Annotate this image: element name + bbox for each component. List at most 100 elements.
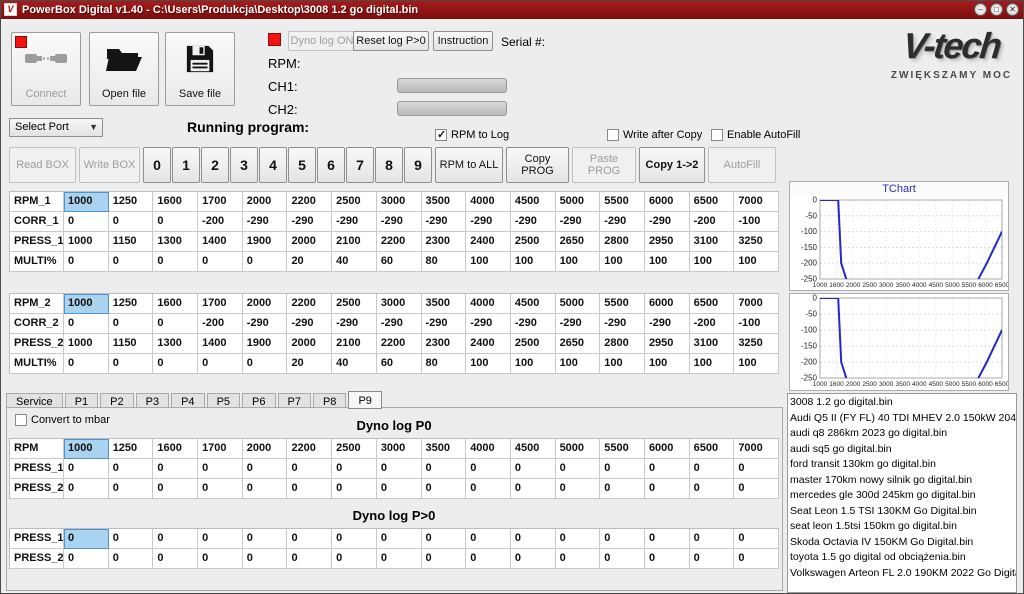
table-cell[interactable]: 100 bbox=[466, 252, 511, 272]
table-cell[interactable]: -290 bbox=[466, 212, 511, 232]
table-cell[interactable]: 1000 bbox=[64, 439, 109, 459]
table-cell[interactable]: 100 bbox=[734, 354, 779, 374]
file-item[interactable]: Skoda Octavia IV 150KM Go Digital.bin bbox=[790, 535, 1014, 551]
digit-button-5[interactable]: 5 bbox=[288, 147, 316, 183]
table-cell[interactable]: 60 bbox=[377, 252, 422, 272]
table-cell[interactable]: 80 bbox=[422, 354, 467, 374]
table-cell[interactable]: 0 bbox=[645, 459, 690, 479]
table-cell[interactable]: 3000 bbox=[377, 294, 422, 314]
digit-button-2[interactable]: 2 bbox=[201, 147, 229, 183]
copy-1-to-2-button[interactable]: Copy 1->2 bbox=[639, 147, 705, 183]
table-cell[interactable]: -290 bbox=[332, 212, 377, 232]
table-cell[interactable]: 2300 bbox=[422, 232, 467, 252]
table-cell[interactable]: 0 bbox=[153, 354, 198, 374]
table-cell[interactable]: 1400 bbox=[198, 334, 243, 354]
table-cell[interactable]: 2500 bbox=[332, 439, 377, 459]
table-cell[interactable]: 100 bbox=[511, 354, 556, 374]
table-cell[interactable]: 3100 bbox=[690, 232, 735, 252]
table-cell[interactable]: 100 bbox=[600, 252, 645, 272]
table-cell[interactable]: 5500 bbox=[600, 294, 645, 314]
tab-p2[interactable]: P2 bbox=[100, 393, 133, 408]
table-cell[interactable]: 20 bbox=[287, 354, 332, 374]
connect-button[interactable]: Connect bbox=[11, 32, 81, 106]
table-cell[interactable]: -290 bbox=[556, 212, 601, 232]
tab-p4[interactable]: P4 bbox=[171, 393, 204, 408]
table-cell[interactable]: 1150 bbox=[109, 232, 154, 252]
table-cell[interactable]: 0 bbox=[600, 549, 645, 569]
table-cell[interactable]: -100 bbox=[734, 314, 779, 334]
table-cell[interactable]: 0 bbox=[690, 479, 735, 499]
table-cell[interactable]: 0 bbox=[422, 459, 467, 479]
table-cell[interactable]: 2500 bbox=[511, 334, 556, 354]
table-cell[interactable]: 1600 bbox=[153, 192, 198, 212]
reset-log-button[interactable]: Reset log P>0 bbox=[353, 31, 429, 51]
table-cell[interactable]: 80 bbox=[422, 252, 467, 272]
table-cell[interactable]: 0 bbox=[734, 529, 779, 549]
select-port-dropdown[interactable]: Select Port ▼ bbox=[9, 118, 103, 137]
table-cell[interactable]: 0 bbox=[243, 459, 288, 479]
table-cell[interactable]: 0 bbox=[153, 212, 198, 232]
table-cell[interactable]: 6000 bbox=[645, 192, 690, 212]
table-cell[interactable]: 0 bbox=[690, 549, 735, 569]
table-cell[interactable]: -290 bbox=[243, 314, 288, 334]
table-cell[interactable]: 6500 bbox=[690, 439, 735, 459]
table-cell[interactable]: 0 bbox=[645, 529, 690, 549]
table-cell[interactable]: 2500 bbox=[332, 294, 377, 314]
table-cell[interactable]: 100 bbox=[645, 252, 690, 272]
table-cell[interactable]: 3500 bbox=[422, 192, 467, 212]
table-cell[interactable]: 0 bbox=[64, 549, 109, 569]
table-cell[interactable]: 0 bbox=[645, 479, 690, 499]
table-cell[interactable]: 5000 bbox=[556, 294, 601, 314]
table-cell[interactable]: 0 bbox=[645, 549, 690, 569]
table-cell[interactable]: 1250 bbox=[109, 192, 154, 212]
table-cell[interactable]: 0 bbox=[153, 459, 198, 479]
file-item[interactable]: toyota 1.5 go digital od obciążenia.bin bbox=[790, 550, 1014, 566]
table-cell[interactable]: 3100 bbox=[690, 334, 735, 354]
table-cell[interactable]: -290 bbox=[556, 314, 601, 334]
table-cell[interactable]: -200 bbox=[198, 212, 243, 232]
digit-button-4[interactable]: 4 bbox=[259, 147, 287, 183]
table-cell[interactable]: 0 bbox=[511, 549, 556, 569]
rpm-to-all-button[interactable]: RPM to ALL bbox=[435, 147, 503, 183]
table-cell[interactable]: 100 bbox=[556, 252, 601, 272]
table-cell[interactable]: 1000 bbox=[64, 334, 109, 354]
digit-button-8[interactable]: 8 bbox=[375, 147, 403, 183]
digit-button-9[interactable]: 9 bbox=[404, 147, 432, 183]
table-cell[interactable]: 0 bbox=[422, 549, 467, 569]
table-cell[interactable]: 2000 bbox=[243, 439, 288, 459]
table-cell[interactable]: 100 bbox=[466, 354, 511, 374]
table-cell[interactable]: 0 bbox=[243, 529, 288, 549]
table-cell[interactable]: 0 bbox=[153, 252, 198, 272]
table-cell[interactable]: 2800 bbox=[600, 334, 645, 354]
table-cell[interactable]: 0 bbox=[377, 529, 422, 549]
table-cell[interactable]: -290 bbox=[645, 212, 690, 232]
table-cell[interactable]: 0 bbox=[556, 479, 601, 499]
tab-p3[interactable]: P3 bbox=[136, 393, 169, 408]
table-cell[interactable]: 0 bbox=[109, 549, 154, 569]
table-cell[interactable]: 0 bbox=[243, 549, 288, 569]
table-cell[interactable]: -290 bbox=[377, 212, 422, 232]
table-cell[interactable]: 4500 bbox=[511, 294, 556, 314]
table-cell[interactable]: 0 bbox=[466, 479, 511, 499]
digit-button-1[interactable]: 1 bbox=[172, 147, 200, 183]
table-cell[interactable]: 2650 bbox=[556, 334, 601, 354]
table-cell[interactable]: 0 bbox=[377, 459, 422, 479]
tab-p5[interactable]: P5 bbox=[207, 393, 240, 408]
table-cell[interactable]: 100 bbox=[556, 354, 601, 374]
table-cell[interactable]: 0 bbox=[64, 459, 109, 479]
table-cell[interactable]: -290 bbox=[332, 314, 377, 334]
table-cell[interactable]: 2300 bbox=[422, 334, 467, 354]
table-cell[interactable]: 0 bbox=[109, 354, 154, 374]
table-cell[interactable]: -290 bbox=[287, 212, 332, 232]
table-cell[interactable]: -100 bbox=[734, 212, 779, 232]
table-cell[interactable]: 0 bbox=[109, 252, 154, 272]
table-cell[interactable]: 0 bbox=[64, 212, 109, 232]
minimize-button[interactable]: – bbox=[974, 3, 987, 16]
tab-p9[interactable]: P9 bbox=[348, 391, 381, 409]
table-cell[interactable]: 0 bbox=[422, 529, 467, 549]
table-cell[interactable]: 4000 bbox=[466, 294, 511, 314]
table-cell[interactable]: 0 bbox=[198, 252, 243, 272]
table-cell[interactable]: -290 bbox=[422, 314, 467, 334]
table-cell[interactable]: 0 bbox=[64, 354, 109, 374]
table-cell[interactable]: 0 bbox=[600, 479, 645, 499]
